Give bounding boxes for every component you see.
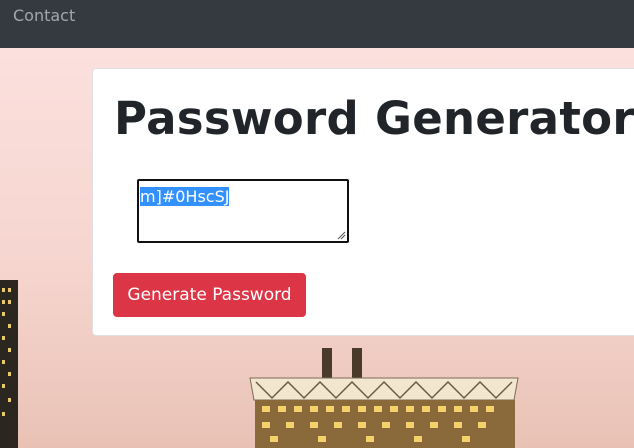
resize-handle-icon[interactable] — [336, 230, 346, 240]
generate-password-button[interactable]: Generate Password — [113, 273, 306, 317]
password-text[interactable]: m]#0HscSJ — [140, 187, 230, 206]
nav-link-contact[interactable]: Contact — [13, 6, 75, 26]
page-title: Password Generator — [114, 92, 634, 145]
password-output-textarea[interactable]: m]#0HscSJ — [137, 179, 349, 243]
navbar: Contact — [0, 0, 634, 48]
password-generator-card: Password Generator m]#0HscSJ Generate Pa… — [92, 68, 634, 336]
